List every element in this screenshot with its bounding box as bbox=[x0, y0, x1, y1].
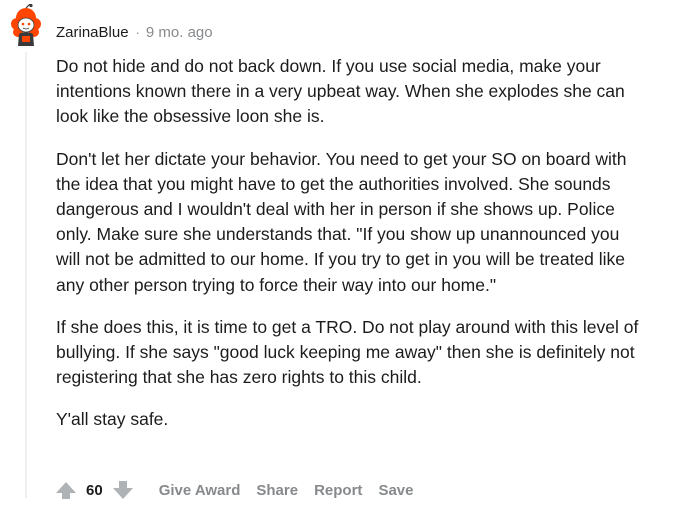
paragraph-line: registering that she has zero rights to … bbox=[56, 367, 422, 388]
paragraph-line: intentions known there in a very upbeat … bbox=[56, 81, 625, 102]
comment-actions: 60 Give Award Share Report Save bbox=[52, 477, 413, 503]
paragraph: Y'all stay safe. bbox=[56, 407, 696, 432]
paragraph-line: Y'all stay safe. bbox=[56, 409, 169, 430]
paragraph-line: Do not hide and do not back down. If you… bbox=[56, 56, 601, 76]
snoo-avatar-icon bbox=[11, 3, 41, 46]
save-button[interactable]: Save bbox=[378, 482, 413, 499]
paragraph-line: will not be admitted to our home. If you… bbox=[56, 249, 626, 270]
paragraph: If she does this, it is time to get a TR… bbox=[56, 315, 696, 391]
paragraph: Do not hide and do not back down. If you… bbox=[56, 54, 696, 130]
report-button[interactable]: Report bbox=[314, 482, 362, 499]
thread-line[interactable] bbox=[25, 52, 27, 498]
vote-score: 60 bbox=[86, 481, 103, 499]
author-name[interactable]: ZarinaBlue bbox=[56, 24, 129, 41]
comment-body: Do not hide and do not back down. If you… bbox=[56, 54, 696, 450]
comment-age[interactable]: 9 mo. ago bbox=[146, 24, 213, 41]
downvote-arrow-icon[interactable] bbox=[109, 479, 137, 501]
avatar[interactable] bbox=[8, 3, 44, 48]
paragraph-line: If she does this, it is time to get a TR… bbox=[56, 316, 639, 337]
paragraph-line: look like the obsessive loon she is. bbox=[56, 106, 325, 127]
paragraph-line: the idea that you might have to get the … bbox=[56, 173, 611, 194]
comment-header: ZarinaBlue · 9 mo. ago bbox=[56, 22, 213, 42]
share-button[interactable]: Share bbox=[256, 482, 298, 499]
paragraph: Don't let her dictate your behavior. You… bbox=[56, 147, 696, 298]
give-award-button[interactable]: Give Award bbox=[159, 482, 241, 499]
paragraph-line: bullying. If she says "good luck keeping… bbox=[56, 342, 635, 363]
meta-separator: · bbox=[135, 24, 140, 40]
comment: ZarinaBlue · 9 mo. ago Do not hide and d… bbox=[0, 0, 700, 508]
paragraph-line: Don't let her dictate your behavior. You… bbox=[56, 148, 627, 169]
paragraph-line: dangerous and I wouldn't deal with her i… bbox=[56, 199, 615, 220]
paragraph-line: any other person trying to force their w… bbox=[56, 274, 497, 295]
paragraph-line: only. Make sure she understands that. "I… bbox=[56, 224, 620, 245]
upvote-arrow-icon[interactable] bbox=[52, 479, 80, 501]
